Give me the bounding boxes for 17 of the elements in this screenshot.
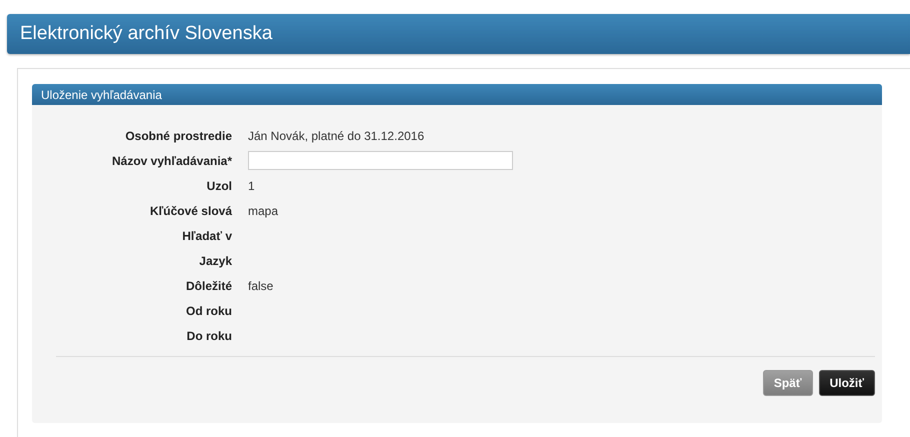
field-value: false	[248, 278, 274, 292]
field-label: Uzol	[206, 178, 233, 192]
site-title: Elektronický archív Slovenska	[20, 23, 272, 45]
field-label: Jazyk	[198, 254, 233, 268]
input-field[interactable]	[248, 151, 513, 170]
field-label: Kľúčové slová	[149, 204, 233, 218]
field-label: Dôležité	[184, 278, 233, 292]
field-value: Ján Novák, platné do 31.12.2016	[248, 128, 424, 142]
field-label: Osobné prostredie	[124, 128, 233, 142]
panel-title: Uloženie vyhľadávania	[41, 88, 162, 102]
field-label: Hľadať v	[181, 228, 233, 242]
field-label: Do roku	[186, 328, 233, 342]
save-button[interactable]: Uložiť	[818, 370, 875, 396]
field-value: mapa	[248, 204, 278, 218]
field-label: Názov vyhľadávania*	[110, 154, 233, 168]
field-label: Od roku	[184, 304, 233, 318]
field-value: 1	[248, 178, 255, 192]
